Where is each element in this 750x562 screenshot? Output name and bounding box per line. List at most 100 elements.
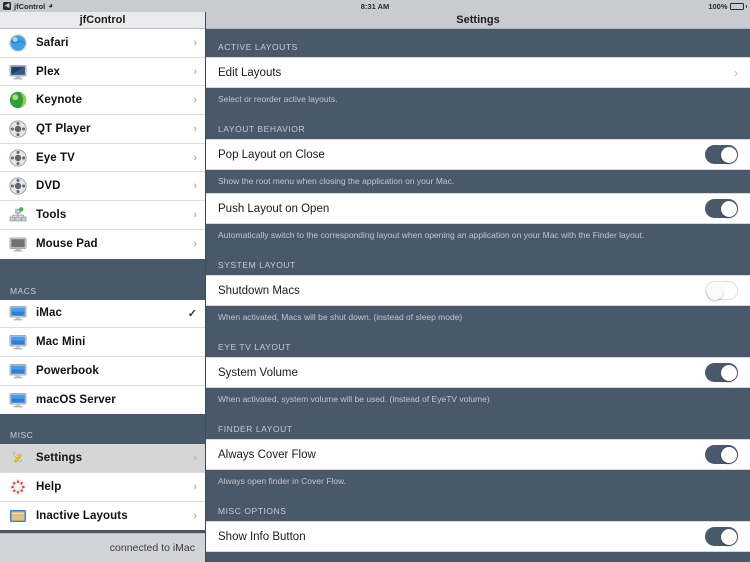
status-bar-time: 8:31 AM xyxy=(360,1,390,11)
toggle-switch[interactable] xyxy=(705,363,738,382)
settings-row-system-volume[interactable]: System Volume xyxy=(206,357,750,388)
sidebar-item-tools[interactable]: Tools › xyxy=(0,201,205,230)
sidebar-item-label: Eye TV xyxy=(36,151,75,164)
sidebar-item-eye-tv[interactable]: Eye TV › xyxy=(0,143,205,173)
sidebar-item-powerbook[interactable]: Powerbook xyxy=(0,356,205,386)
sidebar-item-label: Inactive Layouts xyxy=(36,509,128,522)
sidebar-group: Settings › Help › Inactive Layouts › xyxy=(0,444,205,531)
sidebar-title: jfControl xyxy=(0,12,205,29)
sidebar-item-label: macOS Server xyxy=(36,393,116,406)
archive-box-icon xyxy=(8,506,27,525)
sidebar-group: Safari › Plex › Keynote › QT Player › Eye TV › DVD… xyxy=(0,29,205,259)
keynote-icon xyxy=(8,91,27,110)
mouse-pad-icon xyxy=(8,235,27,254)
sidebar-item-plex[interactable]: Plex › xyxy=(0,57,205,87)
settings-section-header: ABOUT JFCONTROL HD xyxy=(206,552,750,562)
settings-section-header: MISC OPTIONS xyxy=(206,493,750,521)
chevron-right-icon: › xyxy=(193,180,197,193)
imac-icon xyxy=(8,304,27,323)
sidebar-item-label: Tools xyxy=(36,208,67,221)
sidebar-item-settings[interactable]: Settings › xyxy=(0,444,205,473)
sidebar-item-help[interactable]: Help › xyxy=(0,472,205,502)
sidebar-item-dvd[interactable]: DVD › xyxy=(0,172,205,202)
settings-list[interactable]: ACTIVE LAYOUTS Edit Layouts › Select or reo… xyxy=(206,29,750,562)
battery-full-icon xyxy=(729,2,744,10)
sidebar-item-label: Help xyxy=(36,480,62,493)
settings-row-title: Always Cover Flow xyxy=(218,448,316,461)
sidebar-item-keynote[interactable]: Keynote › xyxy=(0,86,205,116)
sidebar-section-macs: MACS xyxy=(0,269,205,300)
page-title: Settings xyxy=(206,12,750,29)
sidebar-item-imac[interactable]: iMac ✓ xyxy=(0,299,205,329)
sidebar-item-label: Mouse Pad xyxy=(36,238,98,251)
chevron-right-icon: › xyxy=(193,151,197,164)
settings-row-title: Edit Layouts xyxy=(218,66,282,79)
settings-row-show-info-button[interactable]: Show Info Button xyxy=(206,521,750,552)
settings-row-shutdown-macs[interactable]: Shutdown Macs xyxy=(206,275,750,306)
settings-row-title: Show Info Button xyxy=(218,530,306,543)
status-bar: ◀ jfControl ◕ 8:31 AM 100% xyxy=(0,0,750,12)
sidebar-item-inactive-layouts[interactable]: Inactive Layouts › xyxy=(0,501,205,531)
settings-footnote: Always open finder in Cover Flow. xyxy=(206,470,750,493)
dvd-player-icon xyxy=(8,177,27,196)
settings-footnote: When activated, Macs will be shut down. … xyxy=(206,306,750,329)
toggle-switch[interactable] xyxy=(705,281,738,300)
settings-row-title: Push Layout on Open xyxy=(218,202,330,215)
toggle-knob xyxy=(720,364,737,381)
settings-row-title: Pop Layout on Close xyxy=(218,148,325,161)
settings-row-push-layout-on-open[interactable]: Push Layout on Open xyxy=(206,193,750,224)
mac-mini-icon xyxy=(8,333,27,352)
sidebar-item-label: iMac xyxy=(36,307,62,320)
settings-footnote: Select or reorder active layouts. xyxy=(206,88,750,111)
sidebar-item-label: Mac Mini xyxy=(36,336,86,349)
sidebar-item-label: Powerbook xyxy=(36,364,99,377)
settings-row-edit-layouts[interactable]: Edit Layouts › xyxy=(206,57,750,88)
toggle-knob xyxy=(706,283,723,300)
toggle-knob xyxy=(720,146,737,163)
toggle-switch[interactable] xyxy=(705,199,738,218)
toggle-knob xyxy=(720,200,737,217)
sidebar-group: iMac ✓ Mac Mini Powerbook macOS Server xyxy=(0,299,205,415)
sidebar-item-macos-server[interactable]: macOS Server xyxy=(0,385,205,415)
sidebar-item-label: Settings xyxy=(36,452,83,465)
sidebar-item-qt-player[interactable]: QT Player › xyxy=(0,115,205,144)
server-icon xyxy=(8,390,27,409)
safari-globe-icon xyxy=(8,33,27,52)
sidebar-item-label: QT Player xyxy=(36,122,91,135)
battery-cap xyxy=(745,4,747,8)
chevron-right-icon: › xyxy=(193,509,197,522)
settings-footnote: When activated, system volume will be us… xyxy=(206,388,750,411)
settings-pane: Settings ACTIVE LAYOUTS Edit Layouts › Sele… xyxy=(206,12,750,562)
display-icon xyxy=(8,62,27,81)
chevron-right-icon: › xyxy=(193,480,197,493)
sidebar-item-safari[interactable]: Safari › xyxy=(0,29,205,58)
sidebar-item-label: Keynote xyxy=(36,94,83,107)
checkmark-icon: ✓ xyxy=(187,307,197,320)
help-pinwheel-icon xyxy=(8,477,27,496)
sidebar-item-label: Safari xyxy=(36,36,69,49)
sidebar: jfControl Safari › Plex › Keynote › QT Player ›… xyxy=(0,12,206,562)
sidebar-item-mac-mini[interactable]: Mac Mini xyxy=(0,328,205,357)
chevron-right-icon: › xyxy=(193,208,197,221)
chevron-right-icon: › xyxy=(193,65,197,78)
app-shell: jfControl Safari › Plex › Keynote › QT Player ›… xyxy=(0,12,750,562)
settings-footnote: Show the root menu when closing the appl… xyxy=(206,170,750,193)
sidebar-item-mouse-pad[interactable]: Mouse Pad › xyxy=(0,229,205,259)
toggle-switch[interactable] xyxy=(705,445,738,464)
status-bar-right: 100% xyxy=(708,2,747,11)
settings-section-header: EYE TV LAYOUT xyxy=(206,329,750,357)
settings-row-always-cover-flow[interactable]: Always Cover Flow xyxy=(206,439,750,470)
chevron-right-icon: › xyxy=(193,94,197,107)
network-tools-icon xyxy=(8,205,27,224)
settings-section-header: SYSTEM LAYOUT xyxy=(206,247,750,275)
chevron-right-icon: › xyxy=(193,238,197,251)
settings-row-pop-layout-on-close[interactable]: Pop Layout on Close xyxy=(206,139,750,170)
chevron-right-icon: › xyxy=(193,452,197,465)
battery-percent-label: 100% xyxy=(708,1,728,11)
chevron-right-icon: › xyxy=(193,36,197,49)
sidebar-list[interactable]: Safari › Plex › Keynote › QT Player › Eye TV › DVD… xyxy=(0,29,205,533)
toggle-switch[interactable] xyxy=(705,527,738,546)
sidebar-item-label: Plex xyxy=(36,65,61,78)
toggle-switch[interactable] xyxy=(705,145,738,164)
sidebar-section-misc: MISC xyxy=(0,414,205,445)
